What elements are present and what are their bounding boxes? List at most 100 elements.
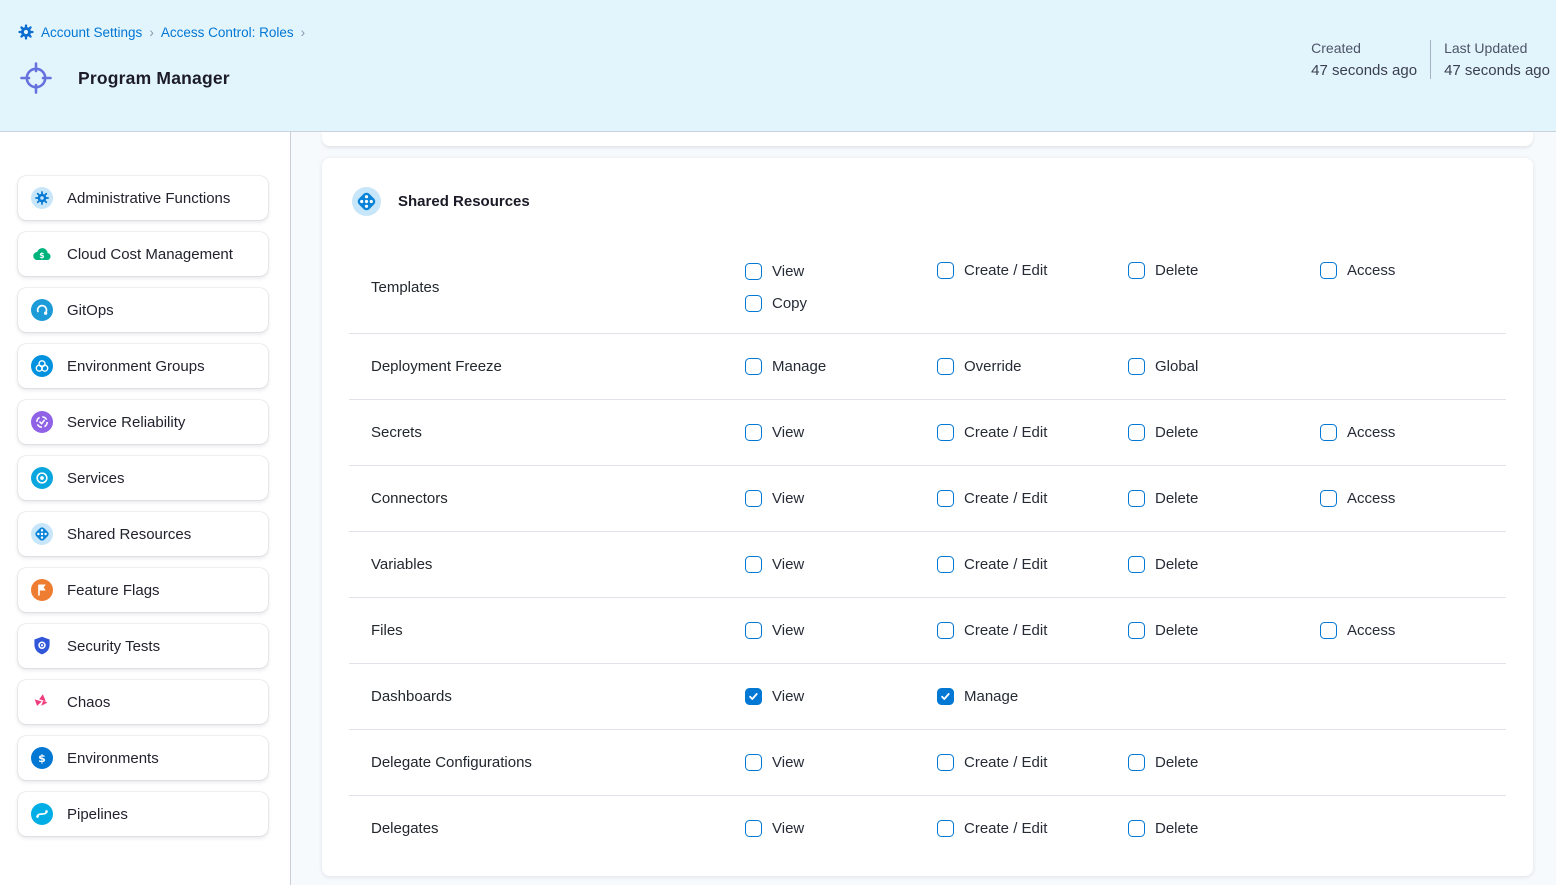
service-reliability-icon [31,411,53,433]
checkbox-unchecked[interactable] [1128,424,1145,441]
permission-cell: Create / Edit [937,754,1128,771]
permission-cell: View Copy [745,263,937,312]
checkbox-unchecked[interactable] [1128,556,1145,573]
checkbox-unchecked[interactable] [1128,820,1145,837]
permission-deployment-freeze-manage[interactable]: Manage [745,358,937,375]
checkbox-unchecked[interactable] [937,556,954,573]
sidebar-item-chaos[interactable]: Chaos [18,680,268,724]
checkbox-unchecked[interactable] [937,622,954,639]
permission-variables-view[interactable]: View [745,556,937,573]
sidebar-item-label: Security Tests [67,638,160,655]
checkbox-unchecked[interactable] [745,622,762,639]
checkbox-unchecked[interactable] [1128,490,1145,507]
permission-cell: Delete [1128,754,1320,771]
permission-delegates-delete[interactable]: Delete [1128,820,1320,837]
checkbox-unchecked[interactable] [937,754,954,771]
checkbox-unchecked[interactable] [745,358,762,375]
checkbox-unchecked[interactable] [745,295,762,312]
permission-label: Access [1347,262,1395,279]
permission-delegate-configurations-create-edit[interactable]: Create / Edit [937,754,1128,771]
permission-files-create-edit[interactable]: Create / Edit [937,622,1128,639]
permission-files-view[interactable]: View [745,622,937,639]
checkbox-unchecked[interactable] [745,820,762,837]
permission-dashboards-manage[interactable]: Manage [937,688,1128,705]
permission-secrets-create-edit[interactable]: Create / Edit [937,424,1128,441]
permission-files-delete[interactable]: Delete [1128,622,1320,639]
permission-cell: View [745,424,937,441]
sidebar-item-environments[interactable]: $Environments [18,736,268,780]
permission-secrets-view[interactable]: View [745,424,937,441]
permission-secrets-delete[interactable]: Delete [1128,424,1320,441]
chaos-icon [31,691,53,713]
permission-files-access[interactable]: Access [1320,622,1506,639]
checkbox-unchecked[interactable] [745,490,762,507]
checkbox-unchecked[interactable] [1320,424,1337,441]
permission-deployment-freeze-global[interactable]: Global [1128,358,1320,375]
permission-label: Access [1347,622,1395,639]
sidebar-item-pipelines[interactable]: Pipelines [18,792,268,836]
permission-connectors-create-edit[interactable]: Create / Edit [937,490,1128,507]
permission-label: Delete [1155,424,1198,441]
permission-templates-copy[interactable]: Copy [745,295,937,312]
permission-delegate-configurations-view[interactable]: View [745,754,937,771]
sidebar-item-gitops[interactable]: GitOps [18,288,268,332]
permission-variables-delete[interactable]: Delete [1128,556,1320,573]
checkbox-checked[interactable] [937,688,954,705]
permission-delegates-create-edit[interactable]: Create / Edit [937,820,1128,837]
permission-connectors-delete[interactable]: Delete [1128,490,1320,507]
environments-icon: $ [31,747,53,769]
permission-delegate-configurations-delete[interactable]: Delete [1128,754,1320,771]
checkbox-unchecked[interactable] [937,424,954,441]
sidebar-item-environment-groups[interactable]: Environment Groups [18,344,268,388]
section-header: Shared Resources [322,158,1533,216]
permission-templates-access[interactable]: Access [1320,262,1506,279]
permission-templates-view[interactable]: View [745,263,937,280]
sidebar-item-label: Environment Groups [67,358,205,375]
permission-connectors-access[interactable]: Access [1320,490,1506,507]
checkbox-unchecked[interactable] [745,754,762,771]
permission-label: Create / Edit [964,754,1047,771]
svg-text:$: $ [39,251,44,260]
checkbox-unchecked[interactable] [1320,622,1337,639]
sidebar-item-service-reliability[interactable]: Service Reliability [18,400,268,444]
permission-templates-create-edit[interactable]: Create / Edit [937,262,1128,279]
checkbox-unchecked[interactable] [1128,358,1145,375]
sidebar-item-security-tests[interactable]: Security Tests [18,624,268,668]
permission-dashboards-view[interactable]: View [745,688,937,705]
checkbox-unchecked[interactable] [745,556,762,573]
checkbox-unchecked[interactable] [1320,262,1337,279]
resource-label: Templates [349,279,745,296]
permission-label: Copy [772,295,807,312]
checkbox-unchecked[interactable] [937,262,954,279]
permission-deployment-freeze-override[interactable]: Override [937,358,1128,375]
sidebar-item-shared-resources[interactable]: Shared Resources [18,512,268,556]
checkbox-unchecked[interactable] [937,820,954,837]
permission-delegates-view[interactable]: View [745,820,937,837]
sidebar-item-services[interactable]: Services [18,456,268,500]
checkbox-unchecked[interactable] [1128,622,1145,639]
checkbox-unchecked[interactable] [745,263,762,280]
sidebar-item-feature-flags[interactable]: Feature Flags [18,568,268,612]
sidebar-item-administrative-functions[interactable]: Administrative Functions [18,176,268,220]
checkbox-unchecked[interactable] [745,424,762,441]
permission-connectors-view[interactable]: View [745,490,937,507]
permission-secrets-access[interactable]: Access [1320,424,1506,441]
checkbox-unchecked[interactable] [1128,262,1145,279]
role-meta: Created 47 seconds ago Last Updated 47 s… [1311,40,1550,79]
checkbox-unchecked[interactable] [937,490,954,507]
sidebar-item-label: Feature Flags [67,582,160,599]
permission-templates-delete[interactable]: Delete [1128,262,1320,279]
breadcrumb-link-access-control-roles[interactable]: Access Control: Roles [161,25,294,40]
breadcrumb-link-account-settings[interactable]: Account Settings [41,25,142,40]
pipelines-icon [31,803,53,825]
section-title: Shared Resources [398,193,530,210]
resource-label: Dashboards [349,688,745,705]
shared-resources-card: Shared Resources TemplatesViewCopyCreate… [322,158,1533,876]
checkbox-unchecked[interactable] [937,358,954,375]
permission-cell: Create / Edit [937,556,1128,573]
checkbox-checked[interactable] [745,688,762,705]
permission-variables-create-edit[interactable]: Create / Edit [937,556,1128,573]
sidebar-item-cloud-cost-management[interactable]: $Cloud Cost Management [18,232,268,276]
checkbox-unchecked[interactable] [1320,490,1337,507]
checkbox-unchecked[interactable] [1128,754,1145,771]
